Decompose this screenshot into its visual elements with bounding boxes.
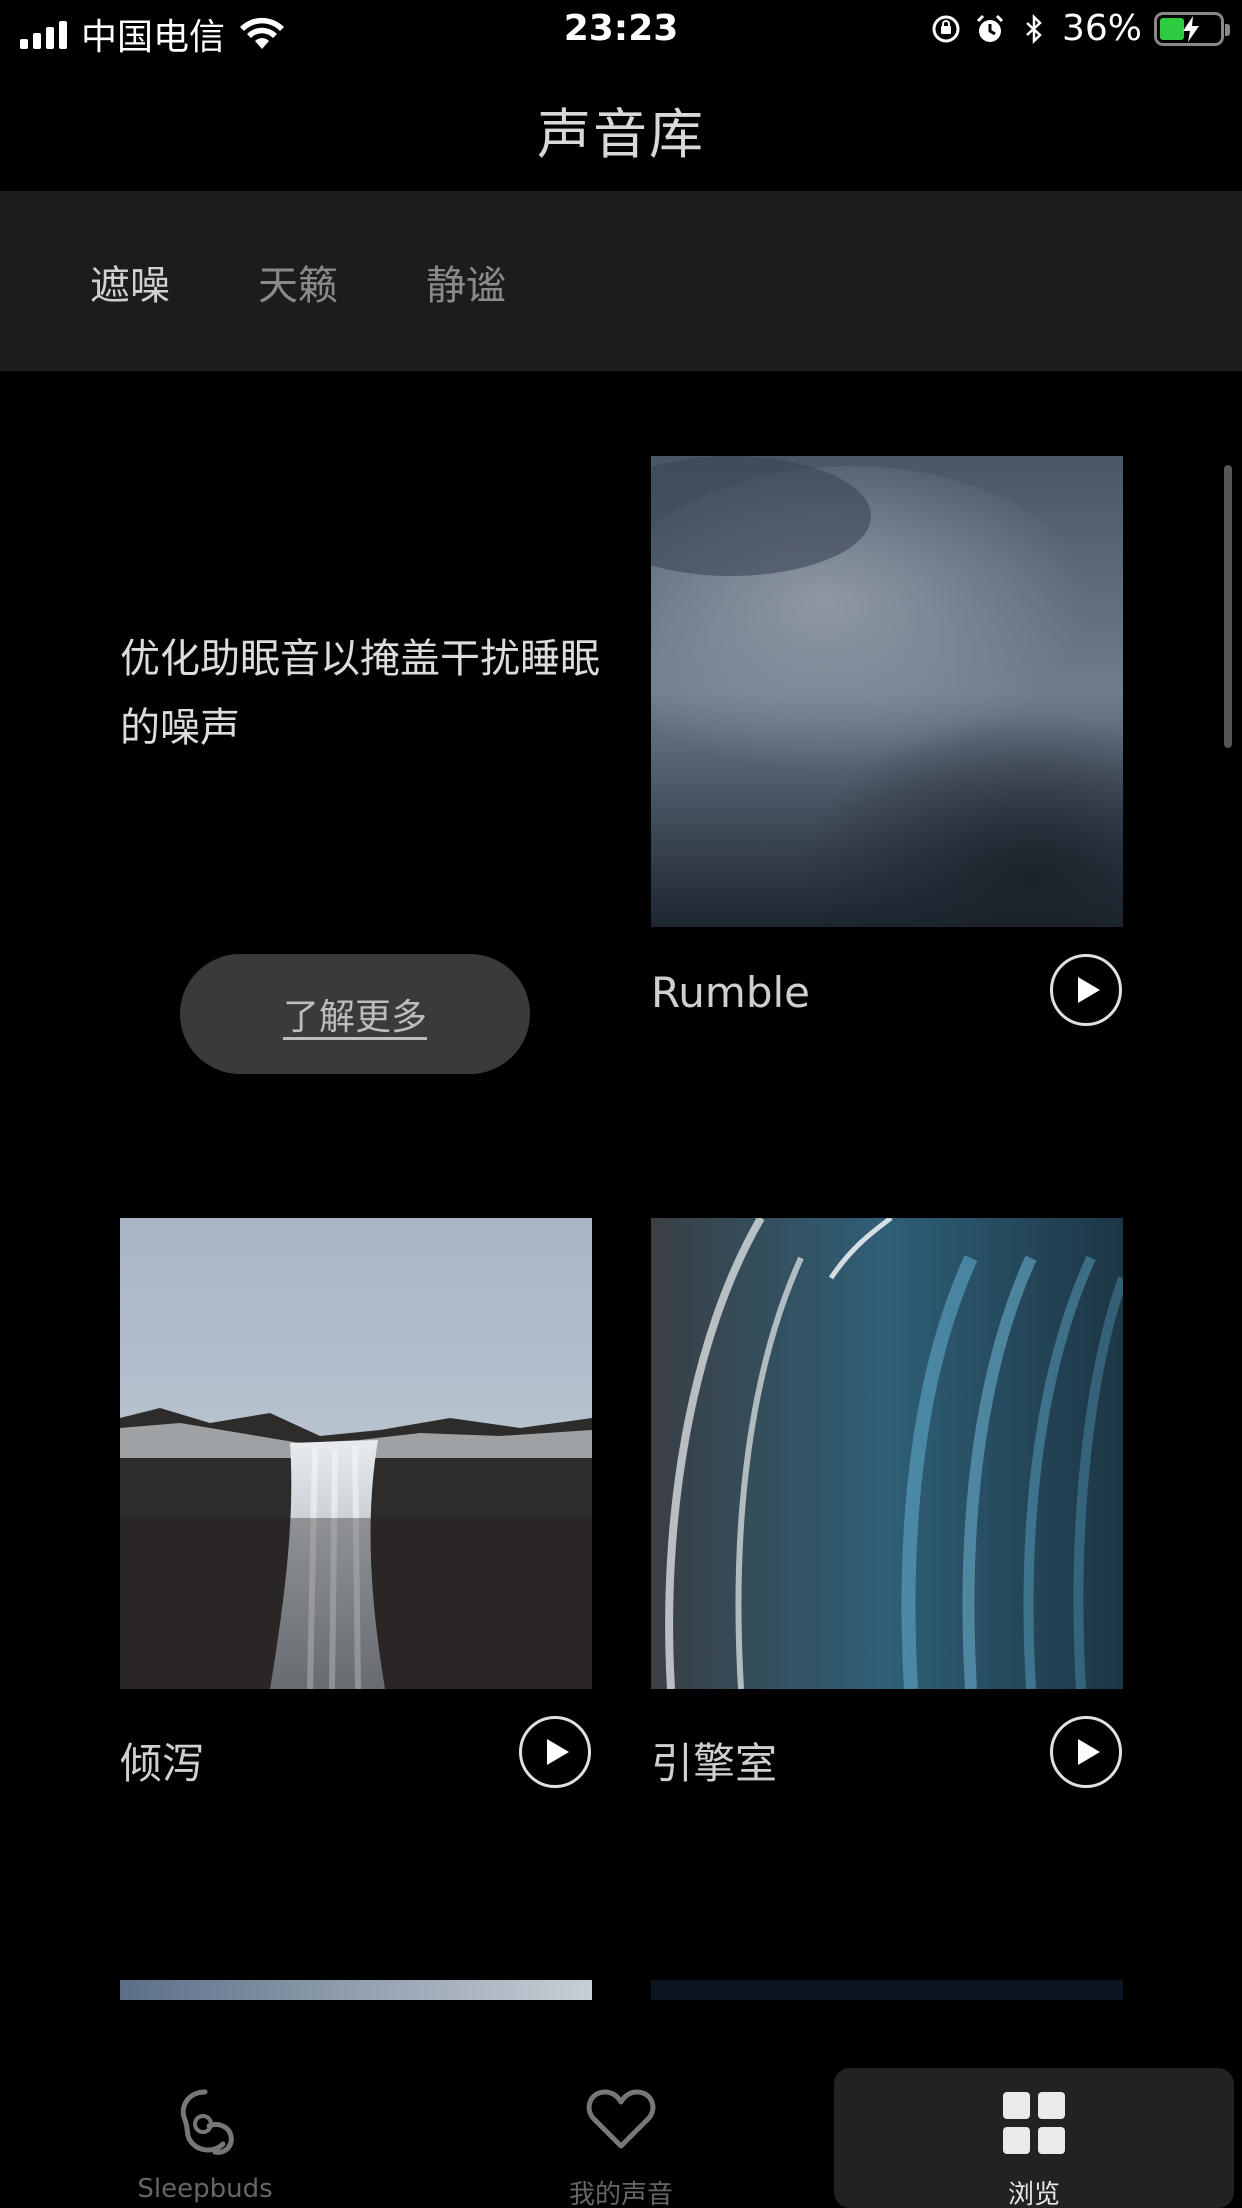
heart-icon [586, 2089, 656, 2149]
play-button-rumble[interactable] [1050, 954, 1122, 1026]
bottom-tab-label: Sleepbuds [137, 2174, 273, 2204]
sound-card-image-waterfall[interactable] [120, 1218, 592, 1689]
battery-percent: 36% [1061, 8, 1142, 49]
bottom-tab-label: 我的声音 [568, 2180, 673, 2208]
sound-card-image-engine-room[interactable] [651, 1218, 1123, 1689]
tab-naturescapes[interactable]: 天籁 [258, 253, 338, 311]
sleepbuds-icon [180, 2089, 234, 2155]
bottom-tab-label: 浏览 [1007, 2180, 1060, 2208]
bottom-tab-sleepbuds[interactable]: Sleepbuds [80, 2048, 330, 2208]
play-button-engine-room[interactable] [1050, 1716, 1122, 1788]
sound-name: 引擎室 [651, 1739, 778, 1788]
bottom-tab-browse[interactable]: 浏览 [834, 2068, 1234, 2208]
play-icon [1078, 977, 1100, 1003]
bluetooth-icon [1026, 13, 1042, 44]
alarm-icon [976, 14, 1004, 42]
orientation-lock-icon [932, 15, 960, 42]
sound-name: 倾泻 [120, 1739, 205, 1788]
learn-more-button[interactable]: 了解更多 [180, 954, 530, 1074]
play-icon [1078, 1739, 1100, 1765]
sound-card-image-partial[interactable] [120, 1980, 592, 2000]
page-title: 声音库 [537, 103, 705, 166]
category-description: 优化助眠音以掩盖干扰睡眠的噪声 [120, 636, 600, 751]
play-icon [547, 1739, 569, 1765]
grid-icon [1003, 2092, 1065, 2154]
category-tab-bar: 遮噪 天籁 静谧 [0, 191, 1242, 371]
bottom-tab-bar: Sleepbuds 我的声音 浏览 [0, 2048, 1242, 2208]
battery-charging-icon [1154, 11, 1230, 46]
scrollbar[interactable] [1224, 465, 1232, 748]
tab-masking[interactable]: 遮噪 [90, 253, 170, 311]
play-button-waterfall[interactable] [519, 1716, 591, 1788]
status-bar: 中国电信 23:23 36% [0, 0, 1242, 62]
sound-card-image-rumble[interactable] [651, 456, 1123, 927]
sound-card-image-partial[interactable] [651, 1980, 1123, 2000]
tab-tranquility[interactable]: 静谧 [426, 253, 506, 311]
bottom-tab-my-sounds[interactable]: 我的声音 [496, 2048, 746, 2208]
sound-name: Rumble [651, 968, 810, 1017]
